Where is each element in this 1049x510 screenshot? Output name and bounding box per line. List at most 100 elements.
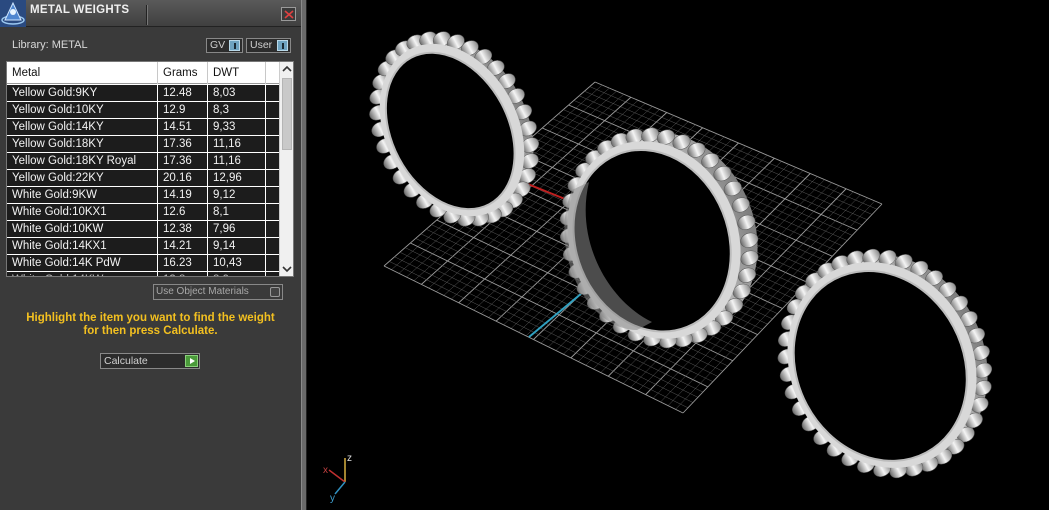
grams-cell: 14.19	[158, 187, 208, 203]
library-label: Library: METAL	[12, 39, 88, 51]
table-row[interactable]: White Gold:14KX1 14.21 9,14	[7, 238, 279, 255]
metal-cell: Yellow Gold:18KY	[7, 136, 158, 152]
spacer-cell	[266, 170, 279, 186]
grams-cell: 17.36	[158, 136, 208, 152]
close-icon	[284, 10, 294, 19]
table-row[interactable]: White Gold:9KW 14.19 9,12	[7, 187, 279, 204]
title-separator	[146, 5, 148, 25]
checkbox-icon	[270, 287, 280, 297]
dwt-cell: 12,96	[208, 170, 266, 186]
close-button[interactable]	[281, 7, 296, 21]
scrollbar-thumb[interactable]	[282, 78, 292, 150]
table-row[interactable]: Yellow Gold:18KY Royal 17.36 11,16	[7, 153, 279, 170]
table-body: Yellow Gold:9KY 12.48 8,03 Yellow Gold:10KY…	[7, 85, 279, 276]
dwt-cell: 9,12	[208, 187, 266, 203]
table-row[interactable]: White Gold:14KW13.88,9	[7, 272, 279, 276]
calculate-button[interactable]: Calculate	[100, 353, 200, 369]
grams-cell: 12.48	[158, 85, 208, 101]
dwt-cell: 9,14	[208, 238, 266, 254]
metal-weights-panel: METAL WEIGHTS Library: METAL GV User Met…	[0, 0, 301, 510]
table-row[interactable]: White Gold:14K PdW 16.23 10,43	[7, 255, 279, 272]
panel-titlebar: METAL WEIGHTS	[0, 0, 301, 27]
grams-cell: 16.23	[158, 255, 208, 271]
grams-cell: 17.36	[158, 153, 208, 169]
grams-cell: 12.6	[158, 204, 208, 220]
x-axis-label: x	[323, 465, 328, 476]
dwt-cell: 11,16	[208, 153, 266, 169]
dwt-cell: 8,1	[208, 204, 266, 220]
metal-cell: White Gold:14K PdW	[7, 255, 158, 271]
spacer-cell	[266, 187, 279, 203]
app-logo-icon	[0, 0, 26, 27]
dwt-cell: 8,3	[208, 102, 266, 118]
grams-cell: 12.9	[158, 102, 208, 118]
spacer-cell	[266, 272, 279, 276]
metal-cell: Yellow Gold:18KY Royal	[7, 153, 158, 169]
scroll-up-arrow-icon[interactable]	[280, 62, 293, 76]
grams-cell: 14.21	[158, 238, 208, 254]
z-axis-label: z	[347, 453, 352, 464]
metal-cell: White Gold:14KW	[7, 272, 158, 276]
dwt-cell: 8,03	[208, 85, 266, 101]
table-row[interactable]: White Gold:10KX1 12.6 8,1	[7, 204, 279, 221]
metal-cell: Yellow Gold:14KY	[7, 119, 158, 135]
table-scrollbar[interactable]	[279, 62, 293, 276]
grams-cell: 20.16	[158, 170, 208, 186]
panel-title: METAL WEIGHTS	[30, 4, 130, 16]
table-header: Metal Grams DWT	[7, 62, 279, 84]
spacer-cell	[266, 102, 279, 118]
table-row[interactable]: Yellow Gold:14KY 14.51 9,33	[7, 119, 279, 136]
gv-toggle[interactable]: GV	[206, 38, 243, 53]
metal-cell: White Gold:10KW	[7, 221, 158, 237]
column-header-extra	[266, 62, 279, 84]
dwt-cell: 9,33	[208, 119, 266, 135]
table-row[interactable]: Yellow Gold:10KY 12.9 8,3	[7, 102, 279, 119]
axis-triad: z x y	[323, 453, 352, 504]
metal-weights-table: Metal Grams DWT Yellow Gold:9KY 12.48 8,03…	[6, 61, 294, 277]
use-object-materials-checkbox[interactable]: Use Object Materials	[153, 284, 283, 300]
dwt-cell: 10,43	[208, 255, 266, 271]
hint-line-1: Highlight the item you want to find the …	[26, 312, 275, 324]
user-toggle[interactable]: User	[246, 38, 291, 53]
metal-cell: Yellow Gold:10KY	[7, 102, 158, 118]
spacer-cell	[266, 119, 279, 135]
spacer-cell	[266, 238, 279, 254]
grams-cell: 14.51	[158, 119, 208, 135]
table-row[interactable]: Yellow Gold:18KY 17.36 11,16	[7, 136, 279, 153]
ring-model[interactable]	[337, 2, 572, 256]
spacer-cell	[266, 85, 279, 101]
instruction-hint: Highlight the item you want to find the …	[8, 312, 293, 338]
ring-models	[337, 2, 993, 479]
y-axis-label: y	[330, 493, 335, 504]
grams-cell: 12.38	[158, 221, 208, 237]
metal-cell: White Gold:9KW	[7, 187, 158, 203]
dwt-cell: 8,9	[208, 272, 266, 276]
grams-cell: 13.8	[158, 272, 208, 276]
spacer-cell	[266, 136, 279, 152]
dwt-cell: 11,16	[208, 136, 266, 152]
scroll-down-arrow-icon[interactable]	[280, 262, 293, 276]
table-row[interactable]: Yellow Gold:9KY 12.48 8,03	[7, 85, 279, 102]
spacer-cell	[266, 153, 279, 169]
use-object-materials-label: Use Object Materials	[156, 286, 249, 297]
metal-cell: Yellow Gold:22KY	[7, 170, 158, 186]
hint-line-2: for then press Calculate.	[83, 325, 218, 337]
gv-toggle-icon	[229, 40, 240, 51]
play-arrow-icon	[185, 355, 198, 367]
column-header-metal[interactable]: Metal	[7, 62, 158, 84]
gv-label: GV	[210, 39, 226, 51]
metal-cell: White Gold:10KX1	[7, 204, 158, 220]
table-row[interactable]: Yellow Gold:22KY 20.16 12,96	[7, 170, 279, 187]
user-label: User	[250, 39, 273, 51]
3d-viewport[interactable]: z x y	[307, 0, 1049, 510]
metal-cell: Yellow Gold:9KY	[7, 85, 158, 101]
spacer-cell	[266, 221, 279, 237]
user-toggle-icon	[277, 40, 288, 51]
column-header-dwt[interactable]: DWT	[208, 62, 266, 84]
spacer-cell	[266, 255, 279, 271]
column-header-grams[interactable]: Grams	[158, 62, 208, 84]
dwt-cell: 7,96	[208, 221, 266, 237]
metal-cell: White Gold:14KX1	[7, 238, 158, 254]
table-row[interactable]: White Gold:10KW 12.38 7,96	[7, 221, 279, 238]
spacer-cell	[266, 204, 279, 220]
